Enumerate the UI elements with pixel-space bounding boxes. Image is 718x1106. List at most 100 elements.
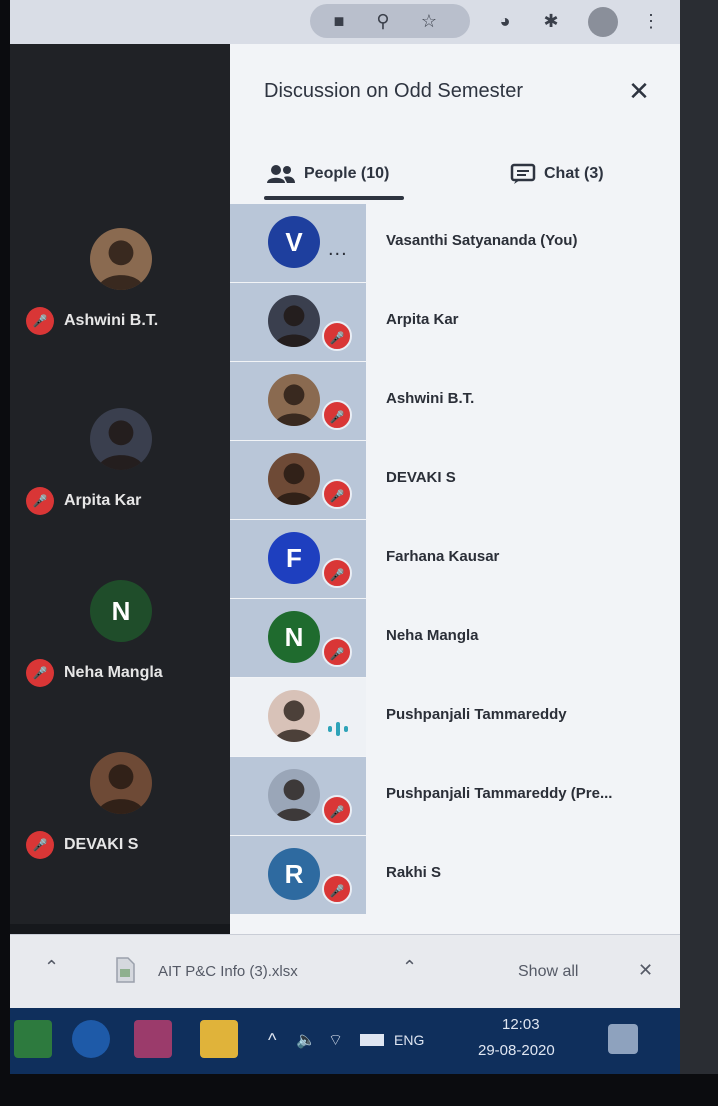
audio-level-icon	[328, 722, 348, 736]
mic-off-icon: 🎤	[322, 400, 352, 430]
extension-icon[interactable]: ◕	[494, 10, 516, 32]
avatar	[90, 752, 152, 814]
mic-off-icon: 🎤	[322, 321, 352, 351]
mic-off-icon: 🎤	[322, 479, 352, 509]
chevron-up-icon[interactable]: ⌃	[44, 957, 59, 978]
tile-name-row: 🎤 DEVAKI S	[26, 830, 138, 860]
taskbar: ^ 🔈 ⌔ ENG 12:03 29-08-2020	[10, 1008, 680, 1074]
download-file-name[interactable]: AIT P&C Info (3).xlsx	[158, 963, 298, 980]
participant-name: Neha Mangla	[386, 627, 479, 644]
language-indicator[interactable]: ENG	[394, 1032, 424, 1048]
search-icon[interactable]: ⚲	[372, 10, 394, 32]
menu-icon[interactable]: ⋮	[640, 10, 662, 32]
avatar	[268, 295, 320, 347]
download-chevron-icon[interactable]: ⌃	[402, 957, 417, 978]
left-bezel	[0, 0, 10, 1074]
avatar	[268, 374, 320, 426]
list-item[interactable]: 🎤 DEVAKI S	[230, 441, 676, 519]
list-item[interactable]: 🎤 Arpita Kar	[230, 283, 676, 361]
downloads-bar: ⌃ AIT P&C Info (3).xlsx ⌃ Show all ✕	[10, 934, 680, 1008]
participant-name: Ashwini B.T.	[64, 312, 159, 329]
browser-toolbar: ■ ⚲ ☆ ◕ ✱ ⋮	[10, 0, 680, 44]
volume-icon[interactable]: 🔈	[296, 1030, 316, 1050]
list-item[interactable]: Pushpanjali Tammareddy	[230, 678, 676, 756]
screen: ■ ⚲ ☆ ◕ ✱ ⋮ 🎤 Ashwini B.T. 🎤 Arpita Kar N 🎤 Ne…	[0, 0, 718, 1106]
list-item[interactable]: 🎤 Pushpanjali Tammareddy (Pre...	[230, 757, 676, 835]
mic-off-icon: 🎤	[322, 795, 352, 825]
avatar	[268, 690, 320, 742]
tile-name-row: 🎤 Neha Mangla	[26, 658, 163, 688]
list-item[interactable]: 🎤 Ashwini B.T.	[230, 362, 676, 440]
folder-icon[interactable]	[200, 1020, 238, 1058]
participant-name: DEVAKI S	[64, 836, 139, 853]
tab-chat[interactable]: Chat (3)	[510, 154, 604, 194]
show-all-button[interactable]: Show all	[518, 963, 578, 981]
list-item[interactable]: R 🎤 Rakhi S	[230, 836, 676, 914]
avatar: N	[268, 611, 320, 663]
avatar: N	[90, 580, 152, 642]
file-icon	[116, 957, 135, 983]
avatar	[268, 453, 320, 505]
participant-name: DEVAKI S	[386, 469, 456, 486]
clock-date[interactable]: 29-08-2020	[478, 1042, 555, 1059]
list-item[interactable]: N 🎤 Neha Mangla	[230, 599, 676, 677]
meeting-tiles: 🎤 Ashwini B.T. 🎤 Arpita Kar N 🎤 Neha Mangla 🎤 DE…	[10, 44, 230, 924]
monitor-bezel-bottom	[0, 1074, 718, 1106]
profile-avatar[interactable]	[588, 7, 618, 37]
camera-icon[interactable]: ■	[328, 10, 350, 32]
participant-tile[interactable]: 🎤 Arpita Kar	[10, 394, 230, 564]
avatar	[90, 408, 152, 470]
tab-people[interactable]: People (10)	[266, 154, 389, 194]
participant-name: Neha Mangla	[64, 664, 163, 681]
list-item[interactable]: V... Vasanthi Satyananda (You)	[230, 204, 676, 282]
active-tab-indicator	[264, 196, 404, 200]
mic-off-icon: 🎤	[26, 307, 54, 335]
participant-name: Pushpanjali Tammareddy (Pre...	[386, 785, 613, 802]
tray-chevron-icon[interactable]: ^	[268, 1030, 276, 1051]
panel-title: Discussion on Odd Semester	[264, 80, 524, 102]
tab-people-label: People (10)	[304, 165, 390, 182]
participant-tile[interactable]: N 🎤 Neha Mangla	[10, 566, 230, 736]
tile-name-row: 🎤 Ashwini B.T.	[26, 306, 158, 336]
close-icon[interactable]: ✕	[622, 74, 656, 108]
wifi-icon[interactable]: ⌔	[328, 1030, 343, 1050]
mic-off-icon: 🎤	[322, 874, 352, 904]
people-list: V... Vasanthi Satyananda (You) 🎤 Arpita Kar…	[230, 204, 676, 924]
participant-name: Arpita Kar	[64, 492, 142, 509]
mic-off-icon: 🎤	[322, 558, 352, 588]
tab-chat-label: Chat (3)	[544, 165, 604, 182]
close-downloads-icon[interactable]: ✕	[638, 960, 653, 981]
participant-tile[interactable]: 🎤 DEVAKI S	[10, 738, 230, 908]
star-icon[interactable]: ☆	[418, 10, 440, 32]
mic-off-icon: 🎤	[322, 637, 352, 667]
avatar: F	[268, 532, 320, 584]
monitor-bezel-right	[680, 0, 718, 1074]
participant-name: Vasanthi Satyananda (You)	[386, 232, 578, 249]
avatar: R	[268, 848, 320, 900]
avatar: V	[268, 216, 320, 268]
people-icon	[267, 165, 295, 183]
participant-name: Rakhi S	[386, 864, 442, 881]
excel-icon[interactable]	[14, 1020, 52, 1058]
battery-icon[interactable]	[360, 1034, 384, 1046]
more-options-icon[interactable]: ...	[328, 238, 348, 261]
avatar	[90, 228, 152, 290]
puzzle-icon[interactable]: ✱	[540, 10, 562, 32]
mic-off-icon: 🎤	[26, 659, 54, 687]
notification-icon[interactable]	[608, 1024, 638, 1054]
tile-name-row: 🎤 Arpita Kar	[26, 486, 141, 516]
participant-name: Pushpanjali Tammareddy	[386, 706, 567, 723]
list-item[interactable]: F 🎤 Farhana Kausar	[230, 520, 676, 598]
mic-off-icon: 🎤	[26, 831, 54, 859]
avatar	[268, 769, 320, 821]
mic-off-icon: 🎤	[26, 487, 54, 515]
participant-tile[interactable]: 🎤 Ashwini B.T.	[10, 214, 230, 384]
participant-name: Arpita Kar	[386, 311, 459, 328]
people-panel: Discussion on Odd Semester ✕ People (10)…	[230, 44, 680, 934]
app-icon[interactable]	[72, 1020, 110, 1058]
winrar-icon[interactable]	[134, 1020, 172, 1058]
participant-name: Ashwini B.T.	[386, 390, 475, 407]
clock-time[interactable]: 12:03	[502, 1016, 540, 1033]
chat-icon	[510, 163, 536, 184]
participant-name: Farhana Kausar	[386, 548, 500, 565]
